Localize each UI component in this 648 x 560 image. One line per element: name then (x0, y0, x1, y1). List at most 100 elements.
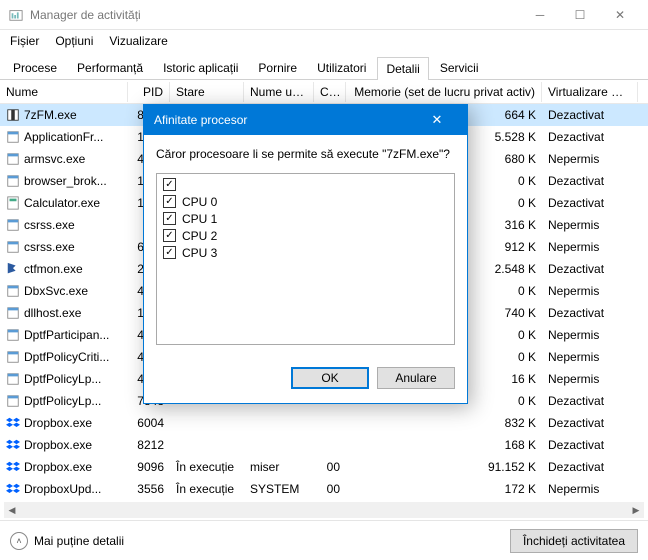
cancel-button[interactable]: Anulare (377, 367, 455, 389)
end-task-button[interactable]: Închideți activitatea (510, 529, 638, 553)
col-mem[interactable]: Memorie (set de lucru privat activ) (346, 82, 542, 102)
tab-pornire[interactable]: Pornire (249, 56, 306, 79)
tab-utilizatori[interactable]: Utilizatori (308, 56, 375, 79)
checkbox-icon[interactable]: ✓ (163, 229, 176, 242)
process-name: DropboxUpd... (24, 482, 101, 496)
col-stare[interactable]: Stare (170, 82, 244, 102)
cell-virt: Dezactivat (542, 172, 638, 190)
cell-pid: 6004 (128, 414, 170, 432)
cell-virt: Dezactivat (542, 458, 638, 476)
cell-stare (170, 421, 244, 425)
process-name: 7zFM.exe (24, 108, 77, 122)
table-row[interactable]: Dropbox.exe9096În execuțiemiser0091.152 … (0, 456, 648, 478)
table-header: Nume PID Stare Nume utilizator CPU Memor… (0, 80, 648, 104)
process-icon (6, 350, 20, 364)
checkbox-icon[interactable]: ✓ (163, 246, 176, 259)
cell-cpu: 00 (314, 480, 346, 498)
col-name[interactable]: Nume (0, 82, 128, 102)
process-name: Dropbox.exe (24, 416, 92, 430)
tab-servicii[interactable]: Servicii (431, 56, 488, 79)
horizontal-scrollbar[interactable]: ◀ ▶ (4, 502, 644, 518)
cell-pid: 8212 (128, 436, 170, 454)
window-title: Manager de activități (30, 8, 520, 22)
process-name: dllhost.exe (24, 306, 81, 320)
cell-virt: Dezactivat (542, 128, 638, 146)
process-icon (6, 196, 20, 210)
scroll-right-icon[interactable]: ▶ (628, 502, 644, 518)
process-name: DptfPolicyLp... (24, 372, 101, 386)
dialog-message: Căror procesoare li se permite să execut… (156, 147, 455, 161)
checkbox-icon[interactable]: ✓ (163, 212, 176, 225)
col-pid[interactable]: PID (128, 82, 170, 102)
cell-virt: Dezactivat (542, 392, 638, 410)
cpu-checkbox-item[interactable]: ✓CPU 3 (159, 244, 452, 261)
col-virt[interactable]: Virtualizare UAC (542, 82, 638, 102)
cell-user: SYSTEM (244, 480, 314, 498)
cell-stare: În execuție (170, 458, 244, 476)
process-icon (6, 108, 20, 122)
tab-procese[interactable]: Procese (4, 56, 66, 79)
process-icon (6, 460, 20, 474)
process-name: csrss.exe (24, 218, 75, 232)
process-icon (6, 306, 20, 320)
dialog-titlebar[interactable]: Afinitate procesor ✕ (144, 105, 467, 135)
cell-user (244, 421, 314, 425)
cpu-checkbox-item[interactable]: ✓CPU 1 (159, 210, 452, 227)
cell-virt: Dezactivat (542, 304, 638, 322)
cell-cpu: 00 (314, 458, 346, 476)
menubar: Fișier Opțiuni Vizualizare (0, 30, 648, 52)
col-user[interactable]: Nume utilizator (244, 82, 314, 102)
cell-cpu (314, 421, 346, 425)
process-name: Dropbox.exe (24, 438, 92, 452)
cpu-checkbox-item[interactable]: ✓ (159, 176, 452, 193)
cell-virt: Nepermis (542, 326, 638, 344)
table-row[interactable]: Dropbox.exe 8212 168 KDezactivat (0, 434, 648, 456)
cell-virt: Nepermis (542, 238, 638, 256)
ok-button[interactable]: OK (291, 367, 369, 389)
process-icon (6, 284, 20, 298)
checkbox-icon[interactable]: ✓ (163, 178, 176, 191)
col-cpu[interactable]: CPU (314, 82, 346, 102)
tab-istoric aplicații[interactable]: Istoric aplicații (154, 56, 247, 79)
process-name: DptfPolicyCriti... (24, 350, 109, 364)
cell-virt: Dezactivat (542, 436, 638, 454)
menu-file[interactable]: Fișier (4, 32, 45, 50)
cell-virt: Nepermis (542, 480, 638, 498)
process-name: Dropbox.exe (24, 460, 92, 474)
cpu-checkbox-item[interactable]: ✓CPU 0 (159, 193, 452, 210)
process-name: DbxSvc.exe (24, 284, 88, 298)
menu-options[interactable]: Opțiuni (49, 32, 99, 50)
fewer-details-link[interactable]: ˄ Mai puține detalii (10, 532, 124, 550)
tabs: ProcesePerformanțăIstoric aplicațiiPorni… (0, 52, 648, 80)
process-icon (6, 130, 20, 144)
cell-virt: Nepermis (542, 282, 638, 300)
minimize-button[interactable]: ─ (520, 0, 560, 30)
cell-mem: 832 K (346, 414, 542, 432)
cell-virt: Dezactivat (542, 260, 638, 278)
menu-view[interactable]: Vizualizare (103, 32, 173, 50)
tab-detalii[interactable]: Detalii (377, 57, 428, 80)
cpu-checkbox-item[interactable]: ✓ CPU 2 (159, 227, 452, 244)
tab-performanță[interactable]: Performanță (68, 56, 152, 79)
cell-virt: Dezactivat (542, 194, 638, 212)
cell-virt: Nepermis (542, 370, 638, 388)
cell-virt: Nepermis (542, 216, 638, 234)
process-name: ApplicationFr... (24, 130, 103, 144)
cell-stare: În execuție (170, 480, 244, 498)
checkbox-icon[interactable]: ✓ (163, 195, 176, 208)
cell-user: miser (244, 458, 314, 476)
cell-mem: 168 K (346, 436, 542, 454)
cell-mem: 172 K (346, 480, 542, 498)
process-name: armsvc.exe (24, 152, 85, 166)
cpu-label: CPU 2 (182, 229, 217, 243)
process-icon (6, 152, 20, 166)
table-row[interactable]: DropboxUpd...3556În execuțieSYSTEM00172 … (0, 478, 648, 500)
cell-virt: Nepermis (542, 348, 638, 366)
process-icon (6, 174, 20, 188)
dialog-close-icon[interactable]: ✕ (417, 112, 457, 128)
affinity-dialog: Afinitate procesor ✕ Căror procesoare li… (143, 104, 468, 404)
close-button[interactable]: ✕ (600, 0, 640, 30)
table-row[interactable]: Dropbox.exe6004832 KDezactivat (0, 412, 648, 434)
maximize-button[interactable]: ☐ (560, 0, 600, 30)
scroll-left-icon[interactable]: ◀ (4, 502, 20, 518)
